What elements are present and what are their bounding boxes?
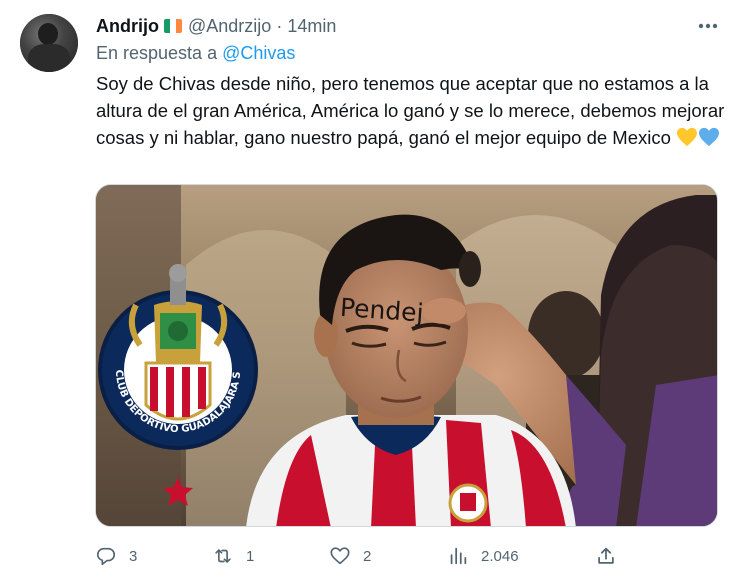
separator-dot: · bbox=[276, 15, 283, 36]
reply-icon bbox=[96, 547, 116, 566]
meme-photo: Pendej CLUB DEPORTIVO GUADALAJARA S bbox=[96, 185, 717, 526]
timestamp[interactable]: 14min bbox=[287, 16, 336, 37]
more-icon[interactable] bbox=[694, 14, 722, 38]
like-button[interactable]: 2 bbox=[329, 540, 371, 572]
reply-mention-link[interactable]: @Chivas bbox=[222, 43, 295, 63]
ireland-flag-icon bbox=[164, 19, 182, 33]
views-icon bbox=[450, 547, 467, 565]
tweet-body: Soy de Chivas desde niño, pero tenemos q… bbox=[96, 73, 725, 148]
tweet: Andrijo @Andrzijo · 14min En respuesta a… bbox=[0, 0, 740, 585]
like-icon bbox=[330, 547, 350, 565]
tweet-header: Andrijo @Andrzijo · 14min bbox=[96, 14, 336, 38]
retweet-button[interactable]: 1 bbox=[212, 540, 254, 572]
views-button[interactable]: 2.046 bbox=[447, 540, 519, 572]
reply-prefix: En respuesta a bbox=[96, 43, 218, 63]
author-handle[interactable]: @Andrzijo bbox=[188, 16, 271, 37]
yellow-heart-emoji bbox=[676, 127, 698, 154]
tweet-image[interactable]: Pendej CLUB DEPORTIVO GUADALAJARA S bbox=[95, 184, 718, 527]
blue-heart-emoji bbox=[698, 127, 720, 154]
action-bar: 3 1 2 2.046 bbox=[95, 540, 635, 572]
reply-count: 3 bbox=[129, 547, 138, 565]
retweet-icon bbox=[215, 549, 231, 563]
author-name[interactable]: Andrijo bbox=[96, 16, 159, 37]
avatar[interactable] bbox=[20, 14, 78, 72]
share-button[interactable] bbox=[595, 540, 617, 572]
reply-button[interactable]: 3 bbox=[95, 540, 137, 572]
reply-context: En respuesta a @Chivas bbox=[96, 43, 295, 64]
forehead-text: Pendej bbox=[339, 293, 424, 328]
tweet-text: Soy de Chivas desde niño, pero tenemos q… bbox=[96, 70, 726, 154]
share-icon bbox=[598, 547, 614, 564]
retweet-count: 1 bbox=[246, 547, 255, 565]
view-count: 2.046 bbox=[481, 547, 519, 565]
like-count: 2 bbox=[363, 547, 372, 565]
